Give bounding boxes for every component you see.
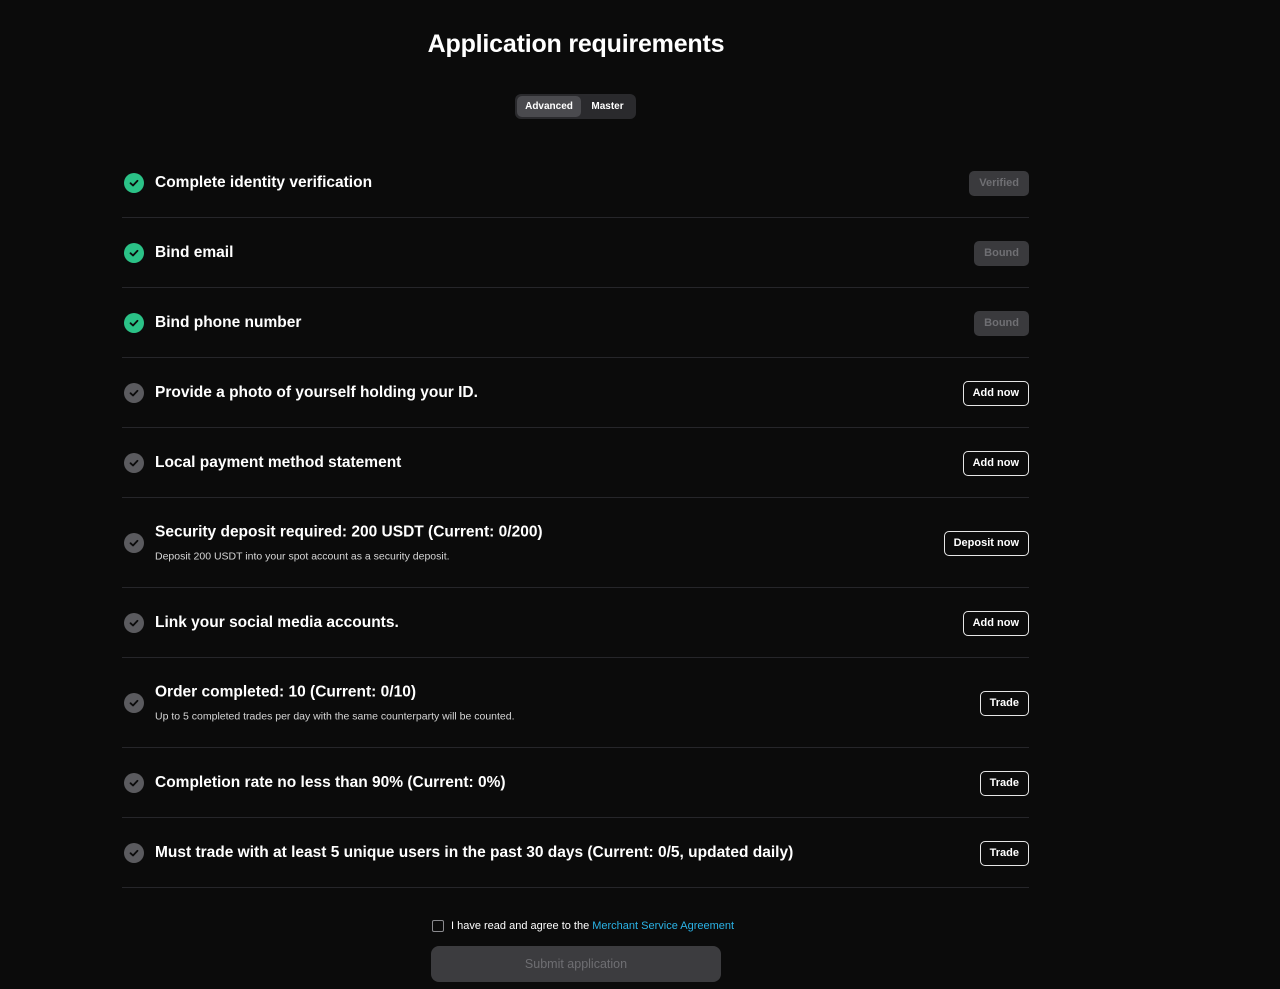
tab-master[interactable]: Master [581,96,634,117]
trade-button[interactable]: Trade [979,770,1029,796]
page-title: Application requirements [427,30,725,58]
check-circle-icon [124,242,144,263]
deposit-now-button[interactable]: Deposit now [943,530,1029,556]
requirement-label: Link your social media accounts. [155,613,399,631]
check-circle-icon [124,612,144,633]
application-requirements-page: Application requirements Advanced Master… [0,0,1280,989]
check-circle-icon [124,692,144,713]
check-circle-icon [124,842,144,863]
agreement-checkbox[interactable] [432,920,444,932]
requirement-row: Complete identity verification Verified [122,148,1029,218]
bound-email-button: Bound [974,240,1029,266]
requirement-label: Completion rate no less than 90% (Curren… [155,773,506,791]
requirements-list: Complete identity verification Verified … [122,148,1029,888]
trade-button[interactable]: Trade [979,840,1029,866]
add-payment-statement-button[interactable]: Add now [962,450,1029,476]
requirement-row: Local payment method statement Add now [122,428,1029,498]
trade-button[interactable]: Trade [979,690,1029,716]
add-social-media-button[interactable]: Add now [962,610,1029,636]
requirement-label: Bind phone number [155,313,302,331]
check-circle-icon [124,312,144,333]
check-circle-icon [124,382,144,403]
requirement-row: Order completed: 10 (Current: 0/10) Up t… [122,658,1029,748]
requirement-description: Up to 5 completed trades per day with th… [155,710,515,722]
requirement-label: Must trade with at least 5 unique users … [155,843,794,861]
submit-application-button[interactable]: Submit application [431,946,721,982]
requirement-row: Provide a photo of yourself holding your… [122,358,1029,428]
verified-button: Verified [969,170,1029,196]
add-id-photo-button[interactable]: Add now [962,380,1029,406]
level-tabs: Advanced Master [515,94,636,119]
tab-advanced[interactable]: Advanced [517,96,581,117]
requirement-row: Bind phone number Bound [122,288,1029,358]
requirement-row: Bind email Bound [122,218,1029,288]
requirement-row: Must trade with at least 5 unique users … [122,818,1029,888]
check-circle-icon [124,532,144,553]
requirement-label: Security deposit required: 200 USDT (Cur… [155,523,543,540]
requirement-label: Complete identity verification [155,173,373,191]
merchant-agreement-link[interactable]: Merchant Service Agreement [592,920,734,932]
requirement-label: Provide a photo of yourself holding your… [155,383,478,401]
agreement-row: I have read and agree to the Merchant Se… [432,920,734,932]
check-circle-icon [124,172,144,193]
requirement-label: Order completed: 10 (Current: 0/10) [155,683,416,700]
requirement-label: Local payment method statement [155,453,402,471]
requirement-row: Security deposit required: 200 USDT (Cur… [122,498,1029,588]
check-circle-icon [124,452,144,473]
check-circle-icon [124,772,144,793]
agreement-text: I have read and agree to the [451,920,590,932]
requirement-label: Bind email [155,243,234,261]
bound-phone-button: Bound [974,310,1029,336]
requirement-row: Link your social media accounts. Add now [122,588,1029,658]
requirement-description: Deposit 200 USDT into your spot account … [155,550,450,562]
requirement-row: Completion rate no less than 90% (Curren… [122,748,1029,818]
